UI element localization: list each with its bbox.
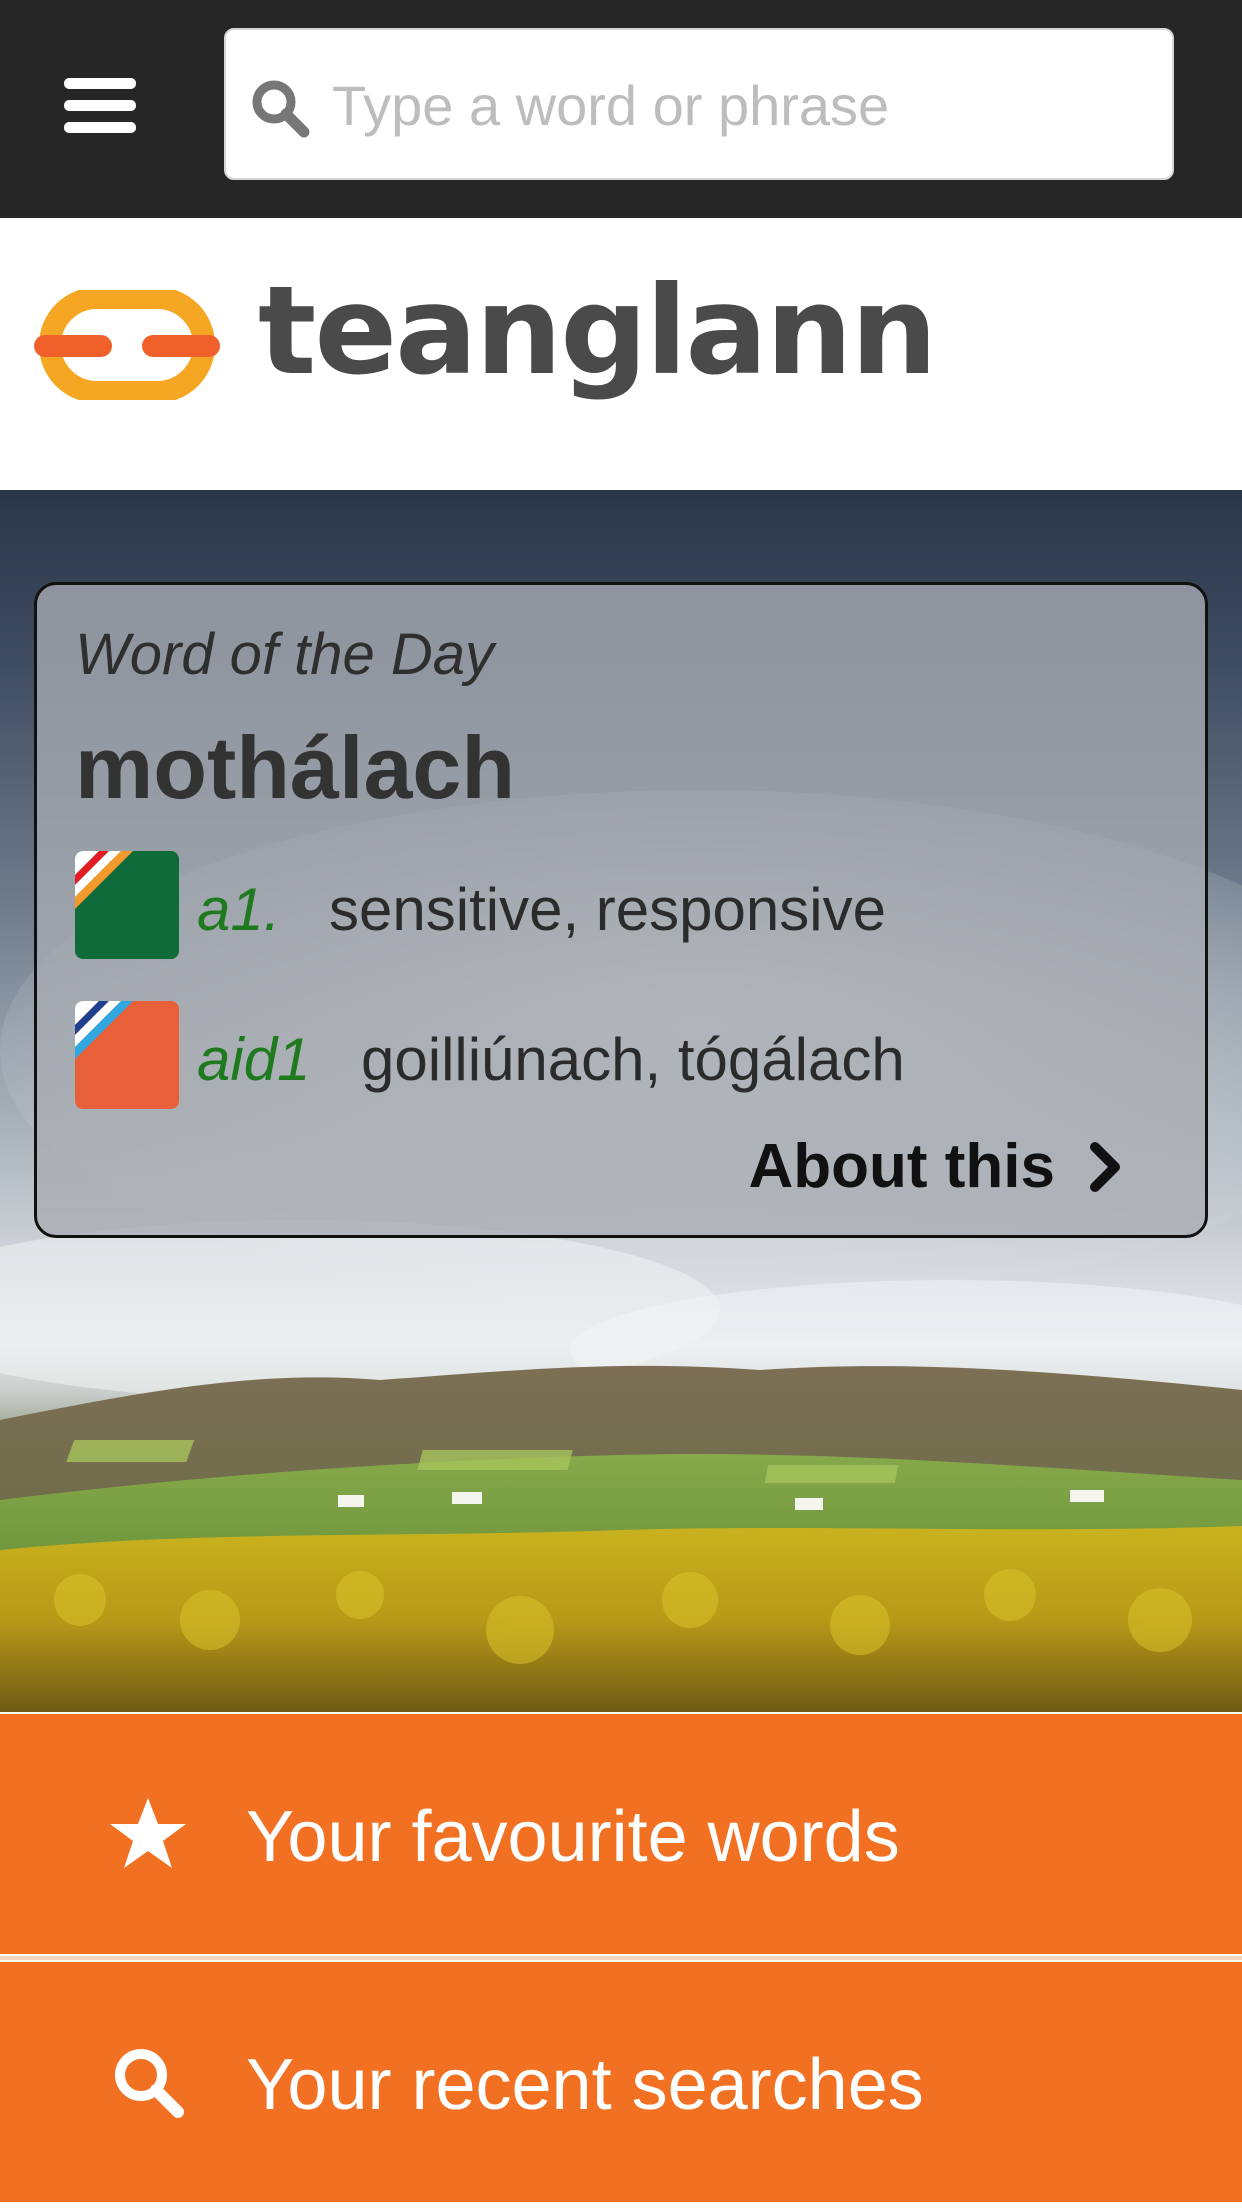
menu-bar-line [64, 78, 136, 89]
definition-row-english[interactable]: a1. sensitive, responsive [75, 851, 1175, 961]
search-icon [108, 2042, 188, 2122]
favourite-words-button[interactable]: Your favourite words [0, 1714, 1242, 1954]
hamburger-menu-icon[interactable] [48, 60, 148, 150]
favourite-words-label: Your favourite words [246, 1797, 900, 1877]
definition-text: sensitive, responsive [329, 876, 886, 943]
about-this-label: About this [748, 1132, 1056, 1201]
chain-link-logo-icon[interactable] [34, 287, 220, 403]
search-icon [248, 76, 312, 140]
recent-searches-label: Your recent searches [246, 2045, 924, 2125]
top-bar [0, 0, 1242, 218]
recent-searches-button[interactable]: Your recent searches [0, 1962, 1242, 2202]
menu-bar-line [64, 122, 136, 133]
menu-bar-line [64, 100, 136, 111]
word-of-the-day-word[interactable]: mothálach [75, 717, 515, 819]
definition-row-irish[interactable]: aid1 goilliúnach, tógálach [75, 1001, 1175, 1111]
part-of-speech: aid1 [197, 1026, 311, 1093]
irish-dictionary-flag-icon [75, 1001, 179, 1109]
divider [0, 1956, 1242, 1960]
brand-wordmark[interactable]: teanglann [258, 270, 937, 392]
word-of-the-day-card: Word of the Day mothálach a1. sensitive,… [34, 582, 1208, 1238]
english-dictionary-flag-icon [75, 851, 179, 959]
definition-text: goilliúnach, tógálach [361, 1026, 905, 1093]
about-this-link[interactable]: About this [711, 1131, 1131, 1211]
chevron-right-icon [1081, 1137, 1131, 1197]
word-of-the-day-label: Word of the Day [75, 622, 495, 687]
part-of-speech: a1. [197, 876, 281, 943]
search-input[interactable] [332, 50, 1152, 160]
star-icon [108, 1794, 188, 1874]
search-box[interactable] [224, 28, 1174, 180]
